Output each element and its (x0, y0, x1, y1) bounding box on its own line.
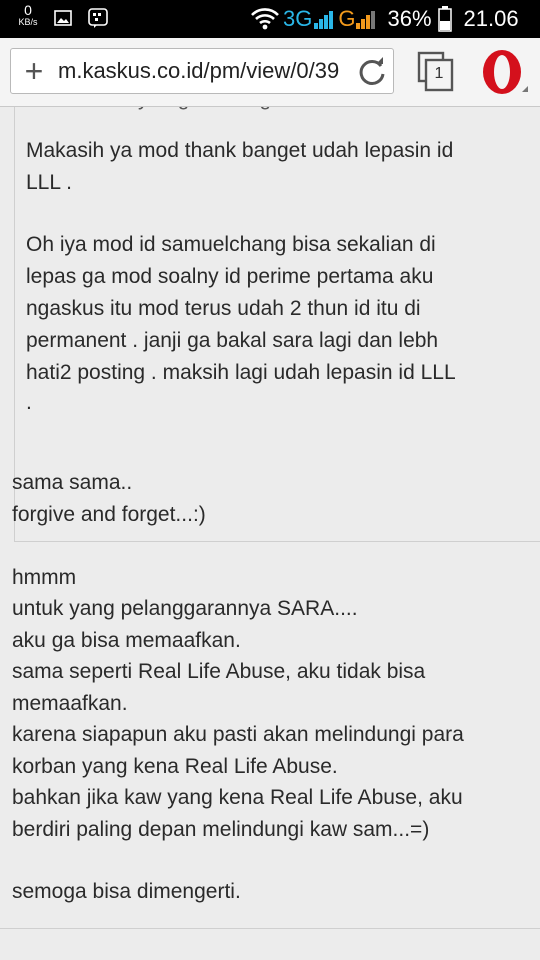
signal-g-icon (356, 11, 376, 29)
reload-button[interactable] (355, 55, 389, 89)
clock: 21.06 (463, 6, 519, 31)
reply-line: aku ga bisa memaafkan. (12, 629, 241, 652)
battery-percent: 36% (387, 6, 432, 31)
reply-line: bahkan jika kaw yang kena Real Life Abus… (12, 786, 463, 809)
network-g-label: G (338, 6, 356, 31)
divider (0, 928, 540, 929)
message-content: …sebelumnya agan dan gan… Makasih ya mod… (0, 107, 540, 960)
reply-line: semoga bisa dimengerti. (12, 880, 241, 903)
status-bar: 0 KB/s 3G G 36% 21.06 (0, 0, 540, 38)
battery-icon (437, 6, 452, 32)
quote-line: Makasih ya mod thank banget udah lepasin… (26, 139, 454, 162)
url-text[interactable]: m.kaskus.co.id/pm/view/0/39 (58, 49, 354, 93)
quote-line: LLL . (26, 171, 72, 194)
reply-line: berdiri paling depan melindungi kaw sam.… (12, 818, 430, 841)
reply-line: hmmm (12, 566, 77, 589)
reply-line: sama seperti Real Life Abuse, aku tidak … (12, 660, 426, 683)
network-speed: 0 KB/s (14, 3, 42, 27)
reply-line: forgive and forget...:) (12, 503, 206, 526)
reply-line: memaafkan. (12, 692, 128, 715)
wifi-icon (251, 8, 279, 30)
address-bar[interactable]: + m.kaskus.co.id/pm/view/0/39 (10, 48, 394, 94)
opera-menu-button[interactable] (478, 46, 530, 98)
network-speed-unit: KB/s (18, 17, 38, 27)
reply-line: korban yang kena Real Life Abuse. (12, 755, 338, 778)
quote-line: permanent . janji ga bakal sara lagi dan… (26, 329, 439, 352)
signal-3g-icon (314, 11, 334, 29)
reply-line: untuk yang pelanggarannya SARA.... (12, 597, 358, 620)
tab-count: 1 (434, 65, 444, 82)
quote-line: ngaskus itu mod terus udah 2 thun id itu… (26, 297, 421, 320)
new-tab-button[interactable]: + (17, 52, 51, 90)
reply-line: karena siapapun aku pasti akan melindung… (12, 723, 464, 746)
tabs-button[interactable]: 1 (416, 50, 460, 94)
quote-line: hati2 posting . maksih lagi udah lepasin… (26, 361, 456, 384)
browser-toolbar: + m.kaskus.co.id/pm/view/0/39 1 (0, 38, 540, 107)
gallery-notification-icon (54, 10, 72, 31)
opera-logo-icon (483, 50, 528, 94)
reload-icon (359, 57, 385, 85)
status-indicators: 3G G 36% 21.06 (250, 0, 519, 38)
quote-cut-line: …sebelumnya agan dan gan… (26, 107, 531, 115)
reply-line: sama sama.. (12, 471, 133, 494)
quote-line: lepas ga mod soalny id perime pertama ak… (26, 265, 434, 288)
quote-line: . (26, 391, 32, 414)
bbm-notification-icon (88, 8, 108, 33)
quote-line: Oh iya mod id samuelchang bisa sekalian … (26, 233, 436, 256)
network-speed-value: 0 (24, 2, 32, 18)
network-3g-label: 3G (283, 6, 313, 31)
